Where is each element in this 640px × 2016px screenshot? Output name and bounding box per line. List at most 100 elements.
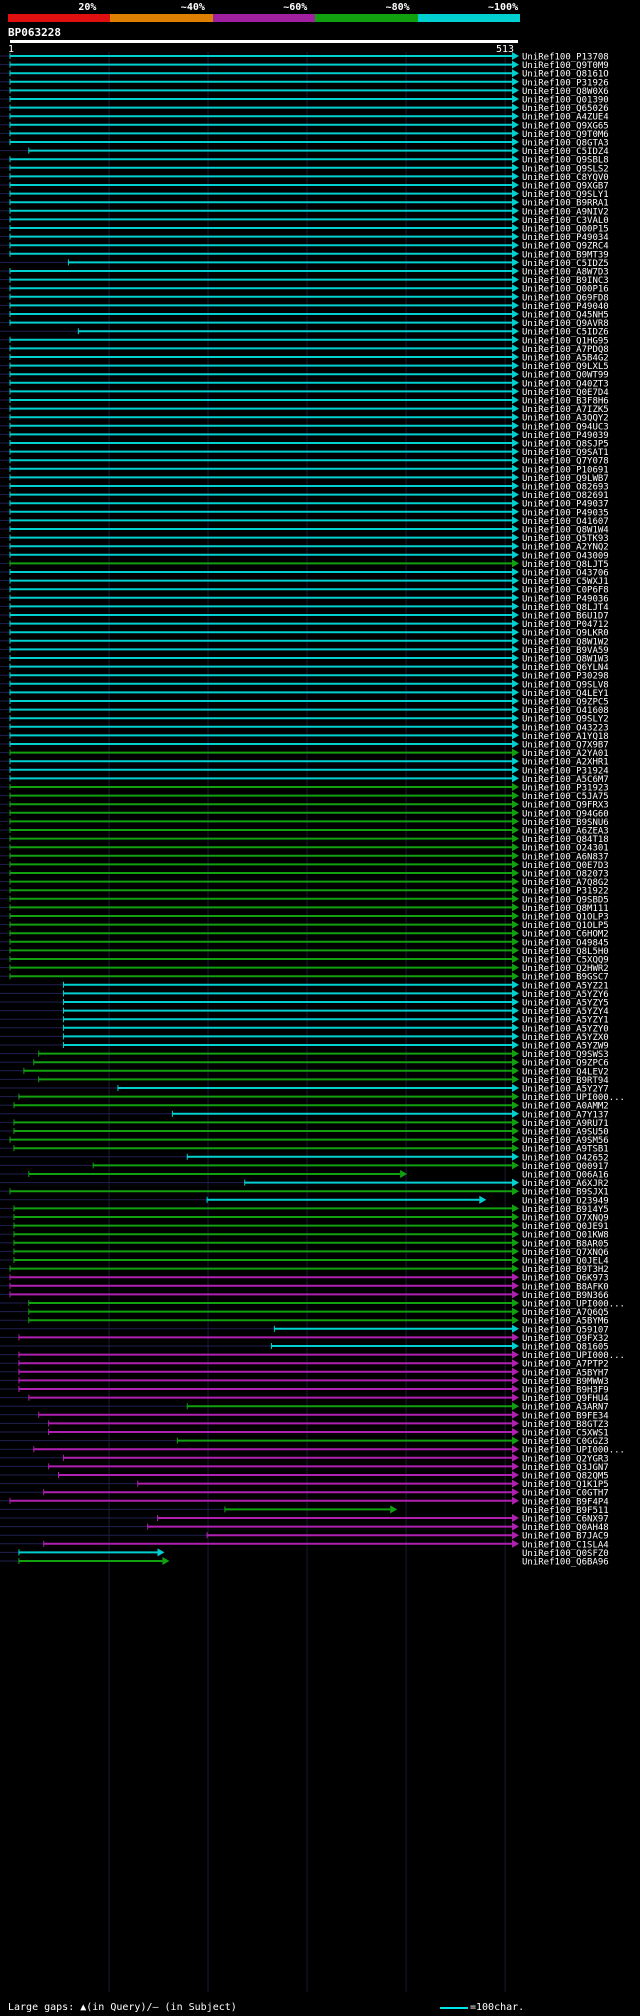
hit-arrow [512,1015,519,1024]
hit-arrow [512,335,519,344]
hit-arrow [512,1299,519,1307]
hit-arrow [512,86,519,95]
hit-arrow [512,473,519,482]
hit-arrow [512,860,519,869]
hit-arrow [512,1230,519,1239]
hit-arrow [512,378,519,387]
hit-arrow [512,722,519,731]
hit-arrow [512,1247,519,1256]
legend-label: ~40% [180,2,205,13]
hit-arrow [512,1514,519,1522]
hit-arrow [512,404,519,413]
hit-arrow [512,1256,519,1264]
hit-arrow [512,869,519,877]
hit-arrow [512,946,519,955]
hit-arrow [512,894,519,903]
hit-arrow [512,103,519,112]
hit-arrow [512,120,519,129]
hit-arrow [512,198,519,207]
hit-arrow [512,1273,519,1282]
legend-label: ~100% [488,2,519,13]
hit-arrow [512,421,519,430]
hit-arrow [512,292,519,301]
hit-arrow [157,1548,165,1557]
hit-arrow [512,258,519,267]
alignment-plot: UniRef100_P13708UniRef100_Q9T0M9UniRef10… [0,52,625,1992]
hit-arrow [512,1402,519,1411]
hit-arrow [512,851,519,860]
scale-label: =100char. [470,2002,525,2013]
legend-label: 20% [78,2,97,13]
hit-arrow [512,275,519,284]
hit-arrow [512,310,519,318]
hit-arrow [512,1058,519,1067]
hit-arrow [512,499,519,508]
hit-arrow [512,1041,519,1049]
hit-arrow [512,1144,519,1153]
hit-arrow [512,95,519,103]
hit-arrow [512,972,519,981]
hit-arrow [512,980,519,989]
hit-arrow [512,1385,519,1393]
hit-arrow [512,998,519,1006]
hit-arrow [512,1101,519,1110]
hit-arrow [512,439,519,447]
hit-arrow [512,817,519,826]
hit-arrow [512,697,519,705]
hit-arrow [512,1462,519,1471]
hit-arrow [512,482,519,490]
hit-arrow [512,129,519,138]
hit-arrow [512,920,519,929]
hit-arrow [512,396,519,404]
hit-arrow [512,765,519,774]
hit-arrow [512,1023,519,1032]
hit-arrow [512,576,519,585]
hit-arrow [512,155,519,164]
hit-arrow [512,688,519,697]
hit-arrow [512,989,519,998]
hit-arrow [512,1307,519,1316]
hit-arrow [512,1428,519,1436]
hit-arrow [512,112,519,121]
hit-arrow [512,791,519,800]
hit-arrow [512,430,519,439]
hit-arrow [512,679,519,688]
hit-arrow [512,516,519,525]
hit-arrow [512,172,519,181]
hit-arrow [512,903,519,912]
hit-arrow [512,602,519,611]
hit-arrow [512,1393,519,1402]
legend-label: ~60% [283,2,308,13]
hit-arrow [512,370,519,379]
hit-arrow [512,1367,519,1376]
hit-arrow [512,1032,519,1041]
legend-label: ~80% [385,2,410,13]
hit-arrow [512,327,519,336]
hit-arrow [512,215,519,224]
hit-arrow [390,1505,398,1514]
hit-arrow [479,1195,487,1204]
hit-arrow [512,249,519,258]
hit-arrow [512,318,519,327]
legend-segment [417,14,520,22]
hit-arrow [512,1204,519,1213]
hit-arrow [512,1410,519,1419]
hit-arrow [512,232,519,241]
hit-arrow [512,929,519,938]
hit-arrow [512,1333,519,1342]
hit-arrow [512,826,519,834]
hit-arrow [512,731,519,740]
hit-arrow [512,464,519,473]
hit-arrow [512,705,519,714]
hit-arrow [512,387,519,396]
hit-arrow [512,507,519,516]
hit-arrow [512,1445,519,1454]
hit-arrow [512,550,519,559]
hit-arrow [512,1075,519,1084]
hit-arrow [512,877,519,886]
hit-arrow [512,456,519,465]
hit-arrow [512,1324,519,1333]
hit-arrow [512,1006,519,1015]
hit-arrow [512,490,519,499]
legend-segment [315,14,418,22]
